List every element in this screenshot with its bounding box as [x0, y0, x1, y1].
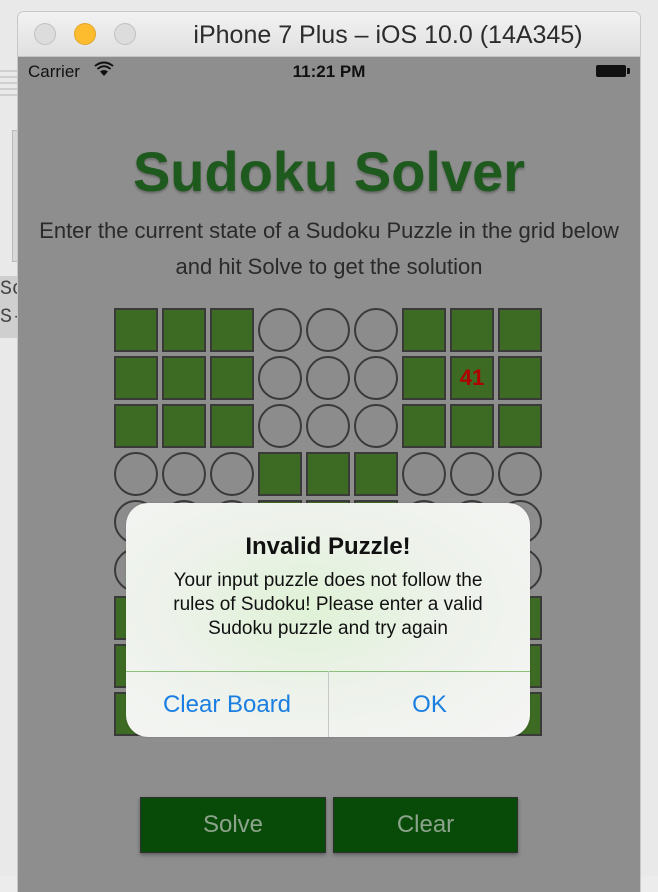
- sudoku-cell[interactable]: [258, 308, 302, 352]
- sudoku-cell[interactable]: [210, 356, 254, 400]
- sudoku-cell[interactable]: [402, 356, 446, 400]
- sudoku-cell[interactable]: [450, 404, 494, 448]
- app-title: Sudoku Solver: [132, 140, 526, 203]
- sudoku-cell[interactable]: [162, 308, 206, 352]
- alert-title: Invalid Puzzle!: [245, 533, 411, 560]
- sudoku-cell[interactable]: [354, 308, 398, 352]
- status-bar: Carrier 11:21 PM: [18, 57, 640, 85]
- sudoku-cell[interactable]: [210, 452, 254, 496]
- sudoku-cell[interactable]: [114, 452, 158, 496]
- app-instructions: Enter the current state of a Sudoku Puzz…: [39, 218, 619, 279]
- sudoku-cell[interactable]: [450, 452, 494, 496]
- status-time: 11:21 PM: [292, 62, 366, 81]
- clear-board-button[interactable]: Clear Board: [126, 672, 328, 737]
- sudoku-cell[interactable]: [306, 404, 350, 448]
- sudoku-cell[interactable]: [258, 452, 302, 496]
- sudoku-cell[interactable]: [162, 356, 206, 400]
- sudoku-cell[interactable]: [306, 452, 350, 496]
- sudoku-cell[interactable]: [306, 356, 350, 400]
- desktop-lines: [0, 70, 20, 100]
- ok-button[interactable]: OK: [329, 672, 530, 737]
- sudoku-cell[interactable]: [354, 356, 398, 400]
- alert-message: Your input puzzle does not follow the ru…: [173, 570, 483, 639]
- sudoku-cell[interactable]: [402, 308, 446, 352]
- sudoku-cell[interactable]: [498, 356, 542, 400]
- sudoku-cell[interactable]: [258, 404, 302, 448]
- sudoku-cell[interactable]: [306, 308, 350, 352]
- close-window-button[interactable]: [34, 23, 56, 45]
- clear-button[interactable]: Clear: [333, 797, 518, 853]
- sudoku-cell[interactable]: [162, 404, 206, 448]
- sudoku-cell[interactable]: [210, 404, 254, 448]
- sudoku-cell[interactable]: [354, 404, 398, 448]
- solve-button[interactable]: Solve: [140, 797, 326, 853]
- sudoku-cell[interactable]: [498, 404, 542, 448]
- sudoku-cell[interactable]: [114, 308, 158, 352]
- window-title: iPhone 7 Plus – iOS 10.0 (14A345): [193, 21, 583, 49]
- sudoku-cell[interactable]: 41: [450, 356, 494, 400]
- sudoku-cell[interactable]: [498, 452, 542, 496]
- sudoku-cell[interactable]: [402, 452, 446, 496]
- sudoku-cell[interactable]: [114, 356, 158, 400]
- device-screen: Carrier 11:21 PM Sudoku Solver Enter the…: [18, 57, 640, 892]
- sudoku-cell[interactable]: [114, 404, 158, 448]
- zoom-window-button[interactable]: [114, 23, 136, 45]
- sudoku-cell[interactable]: [402, 404, 446, 448]
- invalid-puzzle-alert: Invalid Puzzle! Your input puzzle does n…: [126, 503, 530, 737]
- sudoku-cell[interactable]: [498, 308, 542, 352]
- title-bar: iPhone 7 Plus – iOS 10.0 (14A345): [18, 12, 640, 57]
- sudoku-cell[interactable]: [450, 308, 494, 352]
- sudoku-cell[interactable]: [258, 356, 302, 400]
- battery-icon: [596, 65, 630, 77]
- sudoku-cell[interactable]: [162, 452, 206, 496]
- sudoku-cell[interactable]: [354, 452, 398, 496]
- desktop-text-fragment: Sc S-(: [0, 276, 18, 338]
- simulator-window: iPhone 7 Plus – iOS 10.0 (14A345) Carrie…: [18, 12, 640, 892]
- sudoku-cell[interactable]: [210, 308, 254, 352]
- minimize-window-button[interactable]: [74, 23, 96, 45]
